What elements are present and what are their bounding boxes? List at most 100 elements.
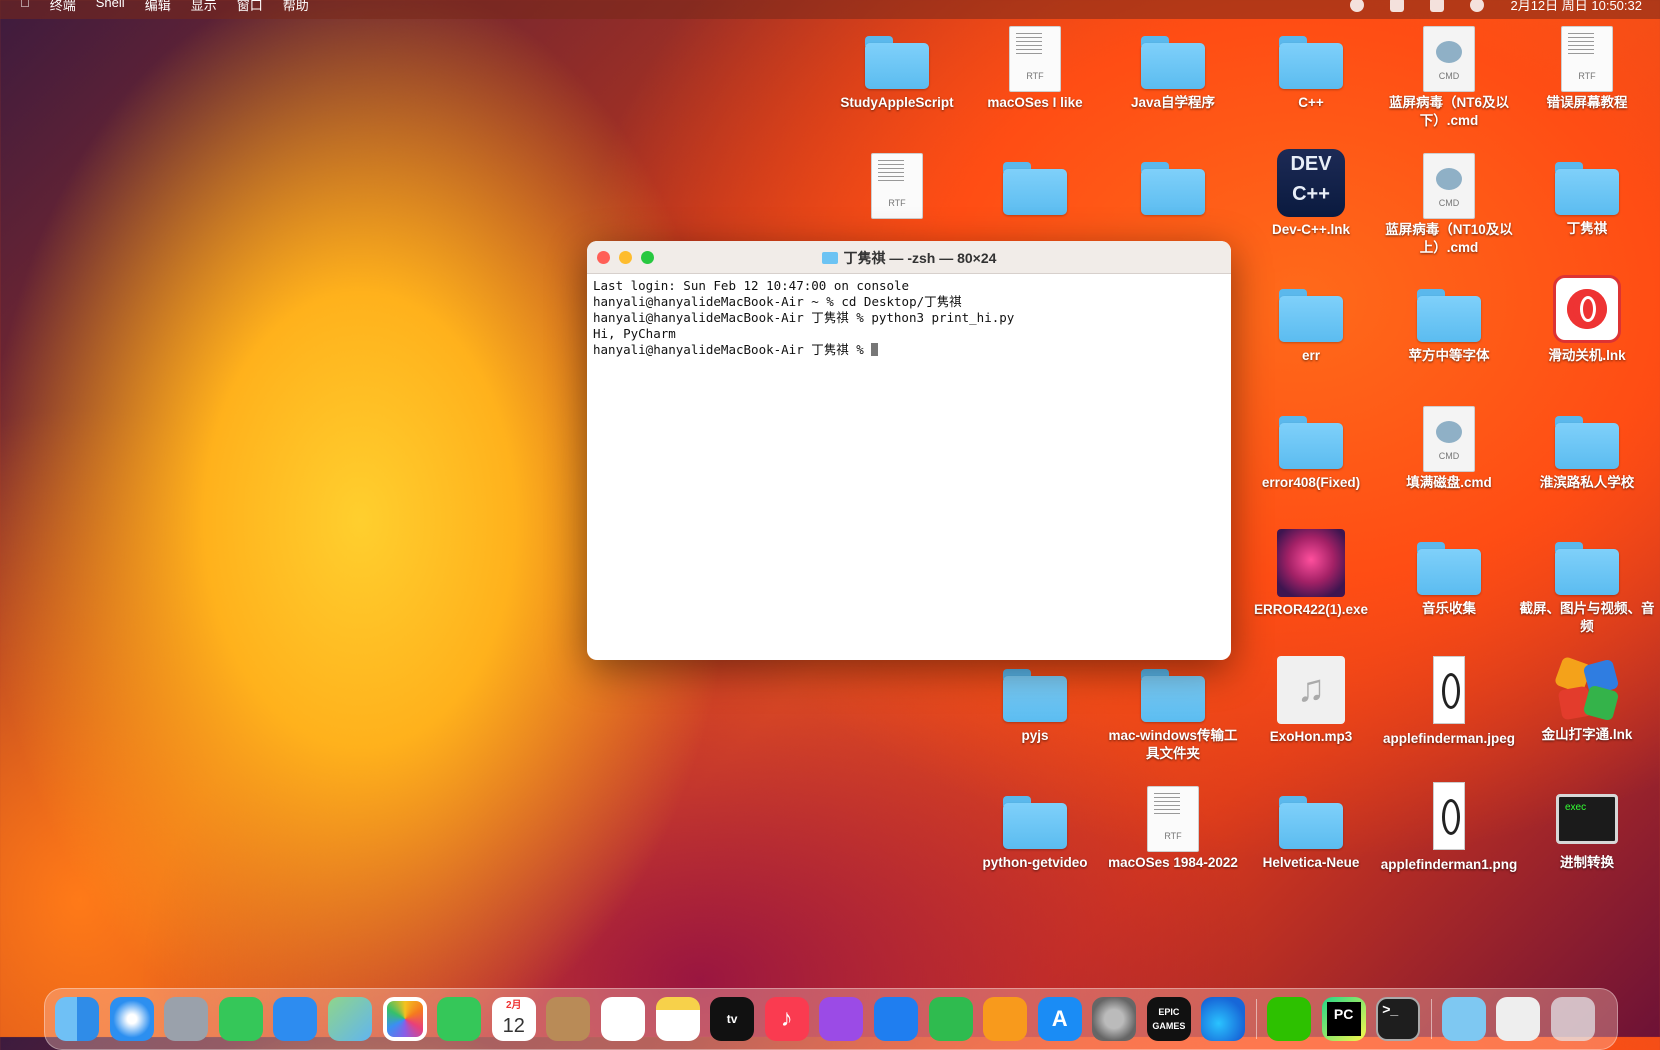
- desktop-icon-slide-shutdown[interactable]: 滑动关机.lnk: [1517, 275, 1657, 365]
- finder-icon[interactable]: [55, 997, 99, 1041]
- desktop-icon-folder-hidden-2[interactable]: [1103, 160, 1243, 220]
- cmd-file-icon: CMD: [1423, 406, 1475, 472]
- desktop-icon-music-collection[interactable]: 音乐收集: [1379, 540, 1519, 618]
- menubar-clock[interactable]: 2月12日 周日 10:50:32: [1510, 0, 1642, 14]
- desktop-icon-python-getvideo[interactable]: python-getvideo: [965, 794, 1105, 872]
- cursor: [871, 343, 879, 356]
- menu-view[interactable]: 显示: [191, 0, 217, 14]
- terminal-output[interactable]: Last login: Sun Feb 12 10:47:00 on conso…: [587, 274, 1231, 362]
- desktop-icon-devcpp[interactable]: DEV C++ Dev-C++.lnk: [1241, 149, 1381, 239]
- downloads-icon[interactable]: [1441, 997, 1486, 1041]
- tv-icon[interactable]: tv: [710, 997, 755, 1041]
- terminal-line: Last login: Sun Feb 12 10:47:00 on conso…: [593, 278, 910, 293]
- menu-window[interactable]: 窗口: [237, 0, 263, 14]
- desktop-icon-jinshan-typing[interactable]: 金山打字通.lnk: [1517, 655, 1657, 744]
- apple-menu-icon[interactable]: : [20, 0, 30, 14]
- podcasts-icon[interactable]: [819, 997, 864, 1041]
- desktop-icon-base-conversion[interactable]: exec 进制转换: [1517, 794, 1657, 872]
- keynote-icon[interactable]: [873, 997, 918, 1041]
- menu-terminal[interactable]: 终端: [50, 0, 76, 14]
- music-icon[interactable]: ♪: [764, 997, 809, 1041]
- facetime-icon[interactable]: [437, 997, 482, 1041]
- terminal-titlebar[interactable]: 丁隽祺 — -zsh — 80×24: [587, 241, 1231, 274]
- rtf-document-icon: RTF: [1009, 26, 1061, 92]
- desktop-icon-fill-disk[interactable]: CMD 填满磁盘.cmd: [1379, 406, 1519, 492]
- photos-icon[interactable]: [382, 997, 427, 1041]
- maps-icon[interactable]: [327, 997, 372, 1041]
- epic-games-icon[interactable]: EPIC GAMES: [1146, 997, 1191, 1041]
- dock-separator: [1430, 999, 1432, 1039]
- desktop-icon-java[interactable]: Java自学程序: [1103, 34, 1243, 112]
- image-file-icon: [1433, 656, 1465, 724]
- folder-icon: [1277, 34, 1345, 90]
- dock: 2月 12 tv ♪ A EPIC GAMES PC >_: [44, 988, 1618, 1050]
- desktop-icon-macoses-1984-2022[interactable]: RTF macOSes 1984-2022: [1103, 786, 1243, 872]
- menu-shell[interactable]: Shell: [96, 0, 125, 14]
- dock-separator: [1256, 999, 1258, 1039]
- desktop-icon-error-screen-tutorial[interactable]: RTF 错误屏幕教程: [1517, 26, 1657, 112]
- image-file-icon: [1433, 782, 1465, 850]
- folder-icon: [1277, 794, 1345, 850]
- status-display-icon[interactable]: [1390, 0, 1405, 12]
- menu-help[interactable]: 帮助: [283, 0, 309, 14]
- folder-icon: [1553, 414, 1621, 470]
- desktop-icon-studyapplescript[interactable]: StudyAppleScript: [827, 34, 967, 112]
- desktop-icon-pyjs[interactable]: pyjs: [965, 667, 1105, 745]
- desktop-icon-pingfang[interactable]: 苹方中等字体: [1379, 287, 1519, 365]
- folder-icon: [1139, 34, 1207, 90]
- desktop-icon-rtf-hidden[interactable]: RTF: [827, 153, 967, 221]
- contacts-icon[interactable]: [546, 997, 591, 1041]
- terminal-prompt-line[interactable]: hanyali@hanyalideMacBook-Air 丁隽祺 %: [593, 342, 1225, 358]
- rtf-document-icon: RTF: [1561, 26, 1613, 92]
- terminal-window[interactable]: 丁隽祺 — -zsh — 80×24 Last login: Sun Feb 1…: [587, 241, 1231, 660]
- terminal-line: hanyali@hanyalideMacBook-Air ~ % cd Desk…: [593, 294, 962, 309]
- safari-icon[interactable]: [109, 997, 154, 1041]
- desktop-icon-err[interactable]: err: [1241, 287, 1381, 365]
- desktop-icon-exohon-mp3[interactable]: ♫ ExoHon.mp3: [1241, 656, 1381, 746]
- terminal-app-icon[interactable]: >_: [1376, 997, 1421, 1041]
- desktop-icon-error422[interactable]: ERROR422(1).exe: [1241, 529, 1381, 619]
- system-settings-icon[interactable]: [1092, 997, 1137, 1041]
- trash-icon[interactable]: [1551, 997, 1596, 1041]
- calendar-icon[interactable]: 2月 12: [491, 997, 536, 1041]
- pages-icon[interactable]: [983, 997, 1028, 1041]
- terminal-title: 丁隽祺 — -zsh — 80×24: [587, 248, 1231, 268]
- mail-icon[interactable]: [273, 997, 318, 1041]
- notes-icon[interactable]: [655, 997, 700, 1041]
- menu-bar:  终端 Shell 编辑 显示 窗口 帮助 2月12日 周日 10:50:32: [0, 0, 1660, 19]
- siri-icon[interactable]: [1470, 0, 1485, 12]
- desktop-icon-error408[interactable]: error408(Fixed): [1241, 414, 1381, 492]
- desktop-icon-folder-hidden-1[interactable]: [965, 160, 1105, 220]
- stack-icon[interactable]: [1496, 997, 1541, 1041]
- desktop-icon-applefinderman-jpeg[interactable]: applefinderman.jpeg: [1379, 656, 1519, 748]
- desktop-icon-helvetica-neue[interactable]: Helvetica-Neue: [1241, 794, 1381, 872]
- wechat-icon[interactable]: [1267, 997, 1312, 1041]
- desktop-icon-folder-dingjunqi[interactable]: 丁隽祺: [1517, 160, 1657, 238]
- messages-icon[interactable]: [218, 997, 263, 1041]
- launchpad-icon[interactable]: [164, 997, 209, 1041]
- control-center-icon[interactable]: [1430, 0, 1445, 12]
- error422-exe-icon: [1277, 529, 1345, 597]
- reminders-icon[interactable]: [600, 997, 645, 1041]
- jinshan-typing-icon: [1553, 655, 1620, 722]
- pycharm-icon[interactable]: PC: [1321, 997, 1366, 1041]
- cmd-file-icon: CMD: [1423, 153, 1475, 219]
- menu-edit[interactable]: 编辑: [145, 0, 171, 14]
- folder-icon: [1001, 667, 1069, 723]
- desktop-icon-cpp[interactable]: C++: [1241, 34, 1381, 112]
- desktop-icon-bluescreen-nt6[interactable]: CMD 蓝屏病毒（NT6及以下）.cmd: [1379, 26, 1519, 130]
- rtf-document-icon: RTF: [871, 153, 923, 219]
- folder-icon: [1001, 160, 1069, 216]
- folder-icon: [1415, 287, 1483, 343]
- edge-icon[interactable]: [1201, 997, 1246, 1041]
- desktop-icon-macoses-i-like[interactable]: RTF macOSes I like: [965, 26, 1105, 112]
- desktop-icon-applefinderman1-png[interactable]: applefinderman1.png: [1379, 782, 1519, 874]
- terminal-line: hanyali@hanyalideMacBook-Air 丁隽祺 % pytho…: [593, 310, 1015, 325]
- status-record-icon[interactable]: [1350, 0, 1365, 12]
- numbers-icon[interactable]: [928, 997, 973, 1041]
- desktop-icon-mac-windows-transfer[interactable]: mac-windows传输工具文件夹: [1103, 667, 1243, 763]
- desktop-icon-bluescreen-nt10[interactable]: CMD 蓝屏病毒（NT10及以上）.cmd: [1379, 153, 1519, 257]
- app-store-icon[interactable]: A: [1037, 997, 1082, 1041]
- desktop-icon-screenshots-media[interactable]: 截屏、图片与视频、音频: [1517, 540, 1657, 636]
- desktop-icon-huaibin-school[interactable]: 淮滨路私人学校: [1517, 414, 1657, 492]
